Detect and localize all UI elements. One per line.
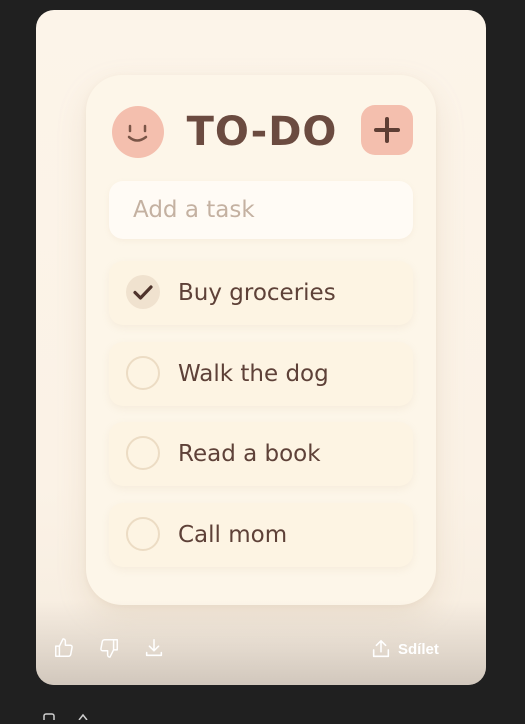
thumbs-up-icon: [55, 638, 73, 657]
share-label: Sdílet: [398, 640, 439, 658]
smiley-face-icon: [112, 106, 164, 158]
add-task-input[interactable]: [109, 181, 413, 239]
task-item[interactable]: Walk the dog: [109, 342, 413, 406]
todo-card: TO-DO Buy groceries Walk the dog Rea: [86, 75, 436, 605]
thumbs-down-icon: [100, 639, 118, 658]
task-checkbox[interactable]: [126, 356, 160, 390]
checkmark-icon: [133, 285, 153, 300]
task-label: Buy groceries: [178, 280, 336, 306]
task-item[interactable]: Read a book: [109, 422, 413, 486]
thumbs-up-button[interactable]: [53, 637, 75, 661]
add-task-button[interactable]: [361, 105, 413, 155]
task-label: Walk the dog: [178, 361, 329, 387]
task-checkbox-checked[interactable]: [126, 275, 160, 309]
edit-icon[interactable]: [76, 705, 90, 721]
task-item[interactable]: Buy groceries: [109, 261, 413, 325]
task-checkbox[interactable]: [126, 517, 160, 551]
task-label: Read a book: [178, 441, 321, 467]
app-title: TO-DO: [186, 109, 338, 155]
plus-icon: [374, 117, 400, 143]
task-item[interactable]: Call mom: [109, 503, 413, 567]
task-label: Call mom: [178, 522, 288, 548]
download-button[interactable]: [143, 637, 165, 661]
download-icon: [145, 638, 163, 657]
copy-icon[interactable]: [42, 705, 56, 724]
task-checkbox[interactable]: [126, 436, 160, 470]
preview-frame: TO-DO Buy groceries Walk the dog Rea: [36, 10, 486, 685]
thumbs-down-button[interactable]: [98, 637, 120, 661]
share-button[interactable]: Sdílet: [370, 637, 439, 661]
share-icon: [372, 639, 390, 658]
add-task-field: [109, 181, 413, 239]
